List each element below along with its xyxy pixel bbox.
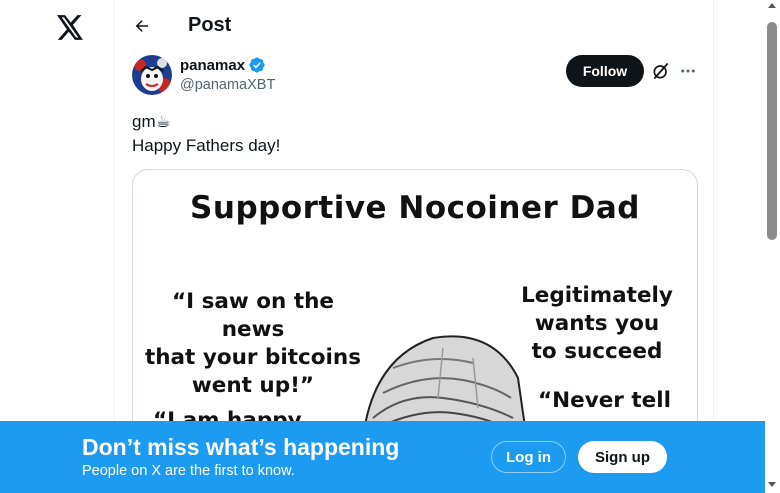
x-logo-icon[interactable] [55,12,85,42]
login-button[interactable]: Log in [491,441,566,473]
follow-button[interactable]: Follow [566,55,644,87]
left-navigation [0,0,114,493]
author-name[interactable]: panamax [180,57,245,74]
more-dots-icon[interactable] [677,60,699,82]
signup-button[interactable]: Sign up [578,441,667,473]
avatar[interactable] [132,55,172,95]
meme-title: Supportive Nocoiner Dad [190,190,640,226]
meme-right-quote-2: “Never tell [538,388,671,413]
meme-right-quote: Legitimately wants you to succeed [521,283,673,364]
banner-subtitle: People on X are the first to know. [82,463,295,479]
page-scrollbar[interactable] [765,0,780,493]
scroll-up-arrow-icon[interactable] [768,3,776,8]
author-handle[interactable]: @panamaXBT [180,77,275,93]
arrow-left-icon[interactable] [131,15,153,37]
signup-banner: Don’t miss what’s happening People on X … [0,421,765,493]
page-title: Post [188,14,232,36]
grok-icon[interactable] [650,60,672,82]
post-text: gm☕ Happy Fathers day! [132,112,281,155]
author-name-row[interactable]: panamax [180,56,266,74]
scroll-down-arrow-icon[interactable] [768,482,776,487]
post-header: Post [115,0,715,53]
post-column: Post panamax @panamaXBT Follow gm☕ Happy… [114,0,714,493]
banner-title: Don’t miss what’s happening [82,434,400,460]
verified-badge-icon[interactable] [248,56,266,74]
meme-left-quote: “I saw on the news that your bitcoins we… [144,289,362,398]
scrollbar-thumb[interactable] [767,22,777,240]
